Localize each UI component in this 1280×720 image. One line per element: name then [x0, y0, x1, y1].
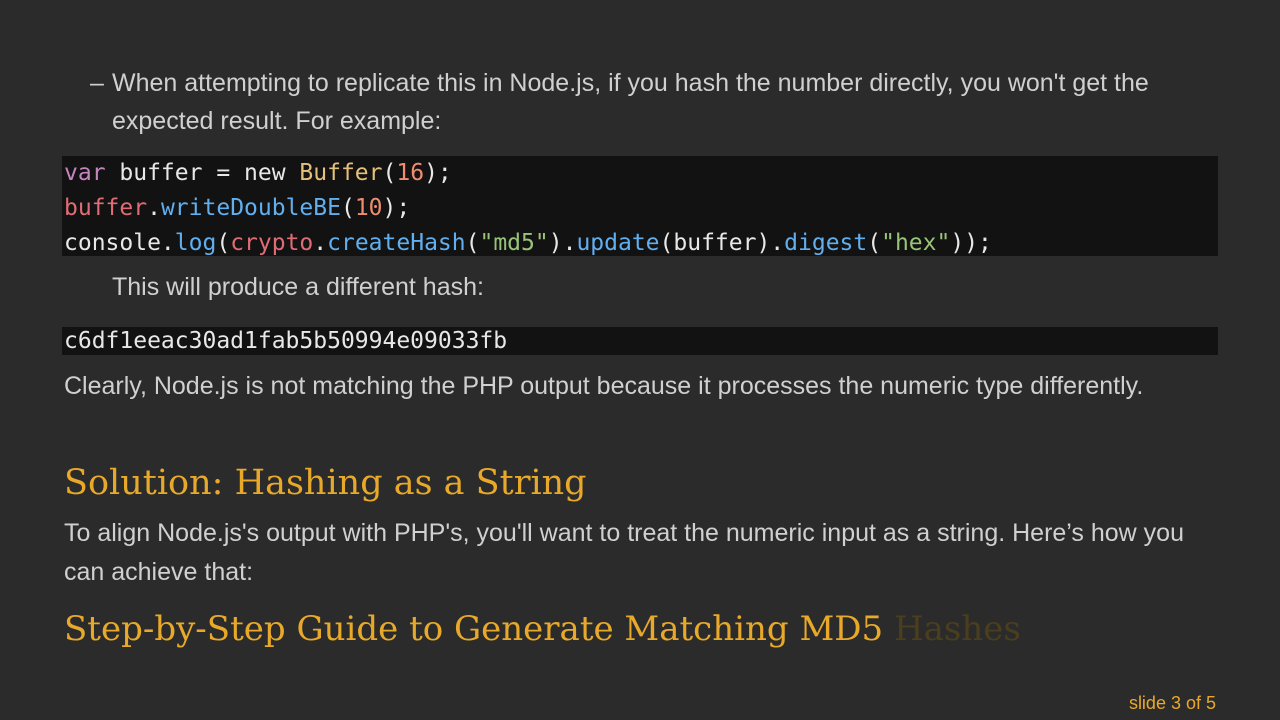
code-text: buffer = new [105, 160, 300, 186]
code-text: ( [382, 160, 397, 186]
code-string: "md5" [479, 230, 549, 256]
hash-output-block: c6df1eeac30ad1fab5b50994e09033fb [62, 327, 1218, 355]
code-function: update [576, 230, 660, 256]
guide-heading: Step-by-Step Guide to Generate Matching … [64, 609, 1021, 649]
code-text: ( [216, 230, 231, 256]
hash-output: c6df1eeac30ad1fab5b50994e09033fb [64, 328, 508, 354]
paragraph-2: To align Node.js's output with PHP's, yo… [64, 519, 1184, 586]
code-text: . [313, 230, 328, 256]
code-text: ( [867, 230, 882, 256]
code-text: console. [64, 230, 175, 256]
code-function: createHash [327, 230, 466, 256]
note-text: This will produce a different hash: [112, 273, 484, 301]
code-function: digest [784, 230, 868, 256]
code-class: Buffer [299, 160, 383, 186]
code-function: log [174, 230, 217, 256]
solution-heading: Solution: Hashing as a String [64, 463, 587, 503]
bullet-dash: – [90, 69, 104, 97]
code-line-3: console.log(crypto.createHash("md5").upd… [64, 226, 1218, 261]
code-number: 10 [354, 195, 383, 221]
code-block: var buffer = new Buffer(16); buffer.write… [62, 156, 1218, 256]
slide-indicator: slide 3 of 5 [1128, 693, 1216, 713]
code-keyword: var [64, 160, 106, 186]
code-text: ( [465, 230, 480, 256]
code-line-2: buffer.writeDoubleBE(10); [64, 191, 1218, 226]
bullet-point: – When attempting to replicate this in N… [90, 64, 1220, 140]
code-text: . [147, 195, 161, 221]
guide-heading-text: Step-by-Step Guide to Generate Matching … [64, 609, 884, 649]
code-text: ); [382, 195, 411, 221]
code-number: 16 [396, 160, 425, 186]
code-text: ); [424, 160, 452, 186]
code-variable: buffer [64, 195, 148, 221]
code-text: )); [950, 230, 992, 256]
code-text: ). [548, 230, 577, 256]
code-variable: crypto [230, 230, 314, 256]
code-line-1: var buffer = new Buffer(16); [64, 156, 1218, 191]
code-text: ( [340, 195, 355, 221]
code-function: writeDoubleBE [160, 195, 341, 221]
code-text: (buffer). [659, 230, 785, 256]
paragraph-1: Clearly, Node.js is not matching the PHP… [64, 372, 1144, 400]
bullet-text: When attempting to replicate this in Nod… [112, 69, 1149, 135]
guide-heading-faded-text: Hashes [893, 609, 1021, 649]
code-string: "hex" [881, 230, 951, 256]
